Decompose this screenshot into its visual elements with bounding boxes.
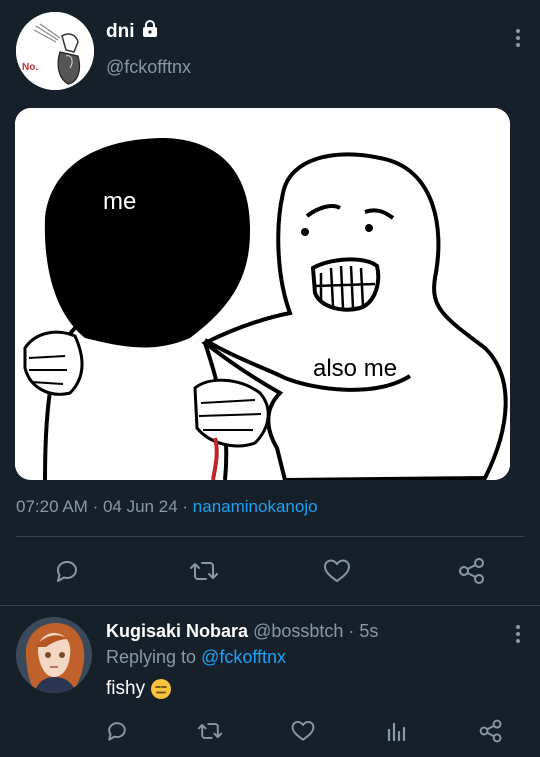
reply-age: 5s — [359, 621, 379, 641]
tweet-time: 07:20 AM — [16, 497, 88, 516]
retweet-icon[interactable] — [196, 718, 224, 744]
tweet-media[interactable] — [15, 108, 510, 480]
reply-header: Kugisaki Nobara @bossbtch · 5s — [106, 621, 378, 642]
meme-label-me: me — [103, 188, 137, 215]
meta-separator: · — [348, 621, 355, 641]
divider — [0, 605, 540, 606]
author-row[interactable]: dni — [106, 20, 159, 43]
lock-icon — [141, 20, 159, 43]
reply-display-name[interactable]: Kugisaki Nobara — [106, 621, 248, 641]
analytics-icon[interactable] — [384, 718, 410, 744]
more-options-icon[interactable] — [514, 622, 522, 646]
avatar-no-text: No. — [22, 62, 38, 73]
reply-actions — [0, 718, 540, 746]
reply-body: fishy — [106, 678, 172, 700]
like-icon[interactable] — [322, 556, 352, 586]
handle[interactable]: @fckofftnx — [106, 57, 191, 78]
reply-text: fishy — [106, 678, 146, 699]
like-icon[interactable] — [290, 718, 316, 744]
replying-to: Replying to @fckofftnx — [106, 647, 286, 668]
meta-separator: · — [182, 497, 189, 516]
retweet-icon[interactable] — [188, 556, 220, 586]
tweet-meta: 07:20 AM · 04 Jun 24 · nanaminokanojo — [16, 497, 318, 517]
meme-label-also-me: also me — [313, 355, 398, 382]
tweet-date: 04 Jun 24 — [102, 497, 178, 516]
share-icon[interactable] — [457, 556, 487, 586]
tweet-actions — [0, 556, 540, 588]
replying-prefix: Replying to — [106, 647, 197, 667]
via-link[interactable]: nanaminokanojo — [193, 497, 318, 516]
share-icon[interactable] — [478, 718, 504, 744]
display-name[interactable]: dni — [106, 21, 135, 43]
avatar[interactable]: No. — [16, 12, 94, 90]
reply-handle[interactable]: @bossbtch — [253, 621, 343, 641]
divider — [16, 536, 524, 537]
replying-to-handle[interactable]: @fckofftnx — [201, 647, 286, 667]
avatar-image — [16, 617, 92, 693]
reply-icon[interactable] — [52, 556, 82, 586]
meme-image — [15, 108, 510, 480]
avatar[interactable] — [16, 617, 92, 693]
more-options-icon[interactable] — [514, 26, 522, 50]
reply-icon[interactable] — [104, 718, 130, 744]
meta-separator: · — [92, 497, 99, 516]
expressionless-face-emoji — [151, 679, 172, 699]
avatar-image: No. — [16, 12, 94, 90]
